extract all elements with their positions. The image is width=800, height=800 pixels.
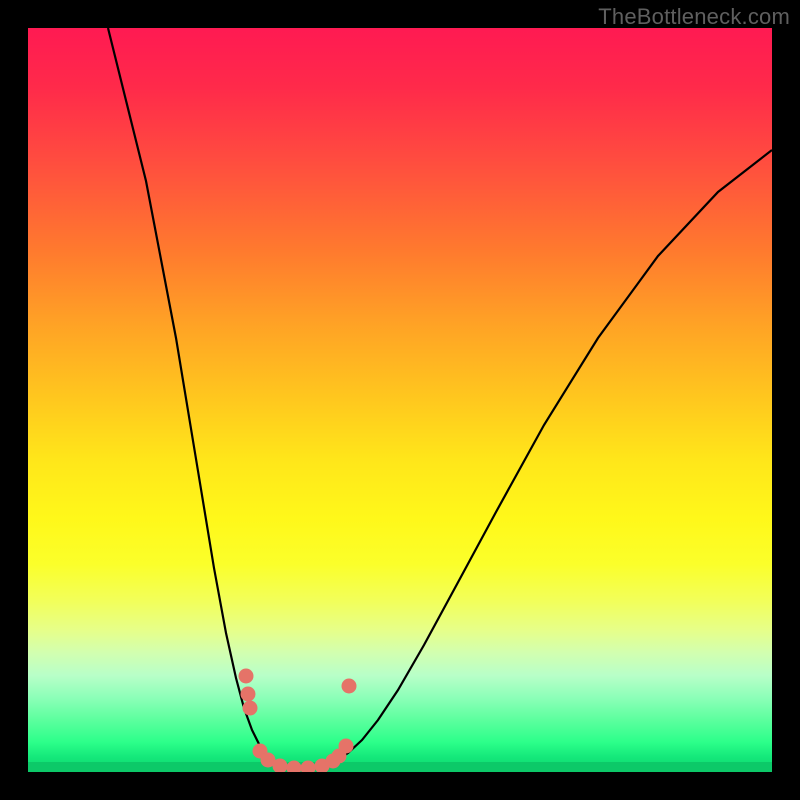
data-dot	[339, 739, 354, 754]
data-dot	[287, 761, 302, 773]
data-dot	[241, 687, 256, 702]
data-dot	[301, 761, 316, 773]
watermark-text: TheBottleneck.com	[598, 4, 790, 30]
data-dot	[239, 669, 254, 684]
chart-frame: TheBottleneck.com	[0, 0, 800, 800]
bottleneck-curve	[108, 28, 772, 768]
data-dots	[239, 669, 357, 773]
curve-line	[108, 28, 772, 768]
data-dot	[342, 679, 357, 694]
plot-area	[28, 28, 772, 772]
chart-svg	[28, 28, 772, 772]
data-dot	[243, 701, 258, 716]
